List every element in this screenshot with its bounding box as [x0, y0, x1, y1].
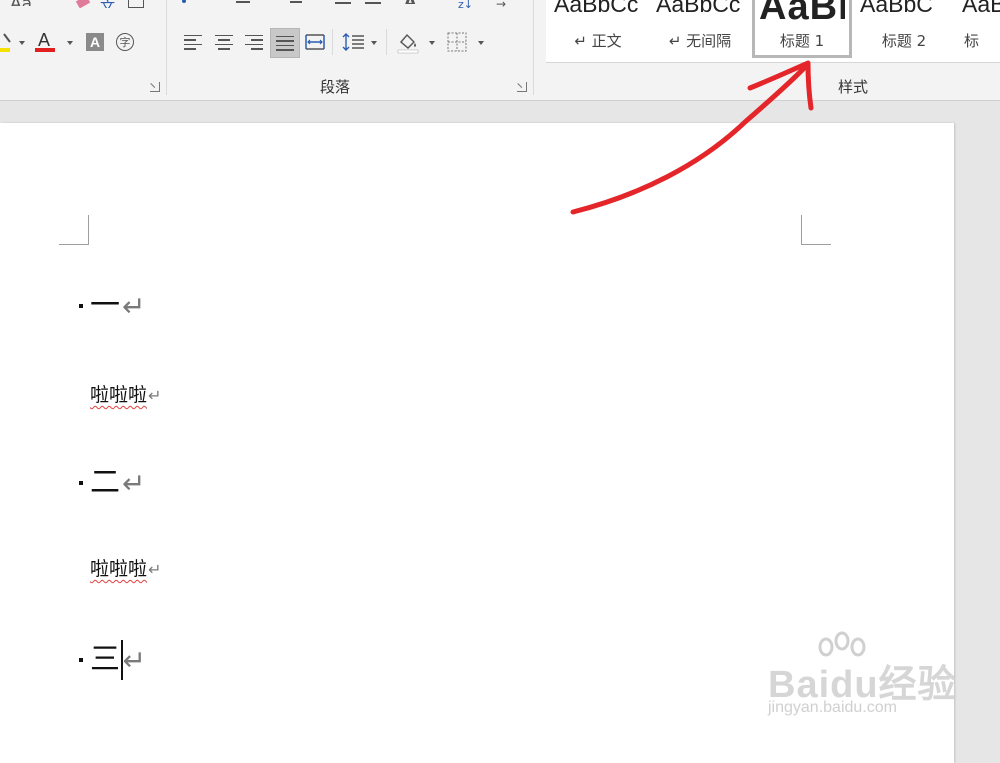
numbering-icon[interactable] [232, 0, 258, 8]
group-separator [166, 0, 167, 95]
baidu-watermark: Baidu经验 jingyan.baidu.com [762, 631, 998, 739]
margin-corner-top-left [59, 215, 89, 245]
style-name: 标 [964, 32, 980, 50]
paint-bucket-icon[interactable] [395, 29, 421, 55]
borders-dropdown-icon[interactable] [478, 41, 484, 45]
style-preview: AaBbCc [554, 0, 639, 17]
ribbon: Aa 文 A z↓ → A A 字 [0, 0, 1000, 101]
paragraph-dialog-launcher[interactable] [517, 82, 527, 92]
paragraph-mark-icon: ↵ [148, 559, 162, 579]
eraser-icon[interactable] [74, 0, 94, 8]
style-heading-2[interactable]: AaBbC 标题 2 [854, 0, 954, 58]
body-paragraph[interactable]: 啦啦啦 ↵ [90, 557, 161, 581]
paragraph-mark-bullet [79, 304, 83, 308]
style-preview: AaBbC [860, 0, 933, 17]
asian-layout-icon[interactable]: A [404, 0, 426, 4]
paragraph-group-label: 段落 [320, 78, 351, 96]
style-name: ↵ 正文 [574, 32, 622, 50]
highlight-dropdown-icon[interactable] [19, 41, 25, 45]
styles-gallery: AaBbCc ↵ 正文 AaBbCc ↵ 无间隔 AaBl 标题 1 AaBbC… [546, 0, 1000, 63]
increase-indent-icon[interactable] [365, 0, 387, 8]
style-name: ↵ 无间隔 [668, 32, 732, 50]
style-name: 标题 2 [881, 32, 927, 50]
style-title[interactable]: AaB 标 [956, 0, 1000, 58]
bullets-icon[interactable] [182, 0, 208, 8]
style-preview: AaBl [759, 0, 845, 28]
line-spacing-icon[interactable] [340, 29, 366, 55]
sort-icon[interactable]: z↓ [458, 0, 480, 10]
paragraph-mark-icon: ↵ [122, 466, 146, 500]
style-normal[interactable]: AaBbCc ↵ 正文 [548, 0, 648, 58]
font-color-dropdown-icon[interactable] [67, 41, 73, 45]
separator [386, 29, 387, 55]
watermark-url: jingyan.baidu.com [768, 699, 897, 716]
heading-text: 二 [90, 465, 120, 500]
character-shading-icon[interactable]: A [82, 29, 108, 55]
paragraph-mark-bullet [79, 658, 83, 662]
heading-paragraph[interactable]: 二 ↵ [79, 466, 145, 500]
align-right-icon[interactable] [241, 29, 267, 55]
font-color-icon[interactable]: A [32, 29, 58, 55]
decrease-indent-icon[interactable] [335, 0, 357, 8]
styles-group-label: 样式 [838, 78, 869, 96]
separator [332, 29, 333, 55]
borders-icon[interactable] [444, 29, 470, 55]
paragraph-mark-icon: ↵ [148, 385, 162, 405]
heading-paragraph[interactable]: 三 ↵ [79, 640, 146, 680]
heading-text: 三 [90, 642, 120, 677]
paragraph-mark-icon: ↵ [122, 643, 146, 677]
body-text: 啦啦啦 [90, 558, 148, 580]
align-left-icon[interactable] [180, 29, 206, 55]
justify-button[interactable] [270, 28, 300, 58]
style-heading-1[interactable]: AaBl 标题 1 [752, 0, 852, 58]
font-dialog-launcher[interactable] [150, 82, 160, 92]
group-separator [533, 0, 534, 95]
show-marks-icon[interactable]: → [496, 0, 512, 9]
style-preview: AaB [962, 0, 1000, 17]
body-paragraph[interactable]: 啦啦啦 ↵ [90, 383, 161, 407]
align-center-icon[interactable] [211, 29, 237, 55]
heading-text: 一 [90, 288, 120, 323]
change-case-button[interactable]: Aa [10, 0, 40, 6]
heading-paragraph[interactable]: 一 ↵ [79, 289, 145, 323]
style-preview: AaBbCc [656, 0, 741, 17]
text-highlight-button[interactable] [0, 29, 16, 55]
style-name: 标题 1 [779, 32, 825, 50]
paragraph-mark-bullet [79, 481, 83, 485]
phonetic-guide-icon[interactable]: 文 [100, 0, 120, 8]
style-no-spacing[interactable]: AaBbCc ↵ 无间隔 [650, 0, 750, 58]
distributed-align-icon[interactable] [302, 29, 328, 55]
shading-dropdown-icon[interactable] [429, 41, 435, 45]
svg-text:A: A [38, 30, 50, 50]
paragraph-mark-icon: ↵ [122, 289, 146, 323]
enclosed-character-icon[interactable]: 字 [112, 29, 138, 55]
character-border-icon[interactable] [128, 0, 150, 8]
body-text: 啦啦啦 [90, 384, 148, 406]
margin-corner-top-right [801, 215, 831, 245]
line-spacing-dropdown-icon[interactable] [371, 41, 377, 45]
multilevel-list-icon[interactable] [286, 0, 308, 8]
